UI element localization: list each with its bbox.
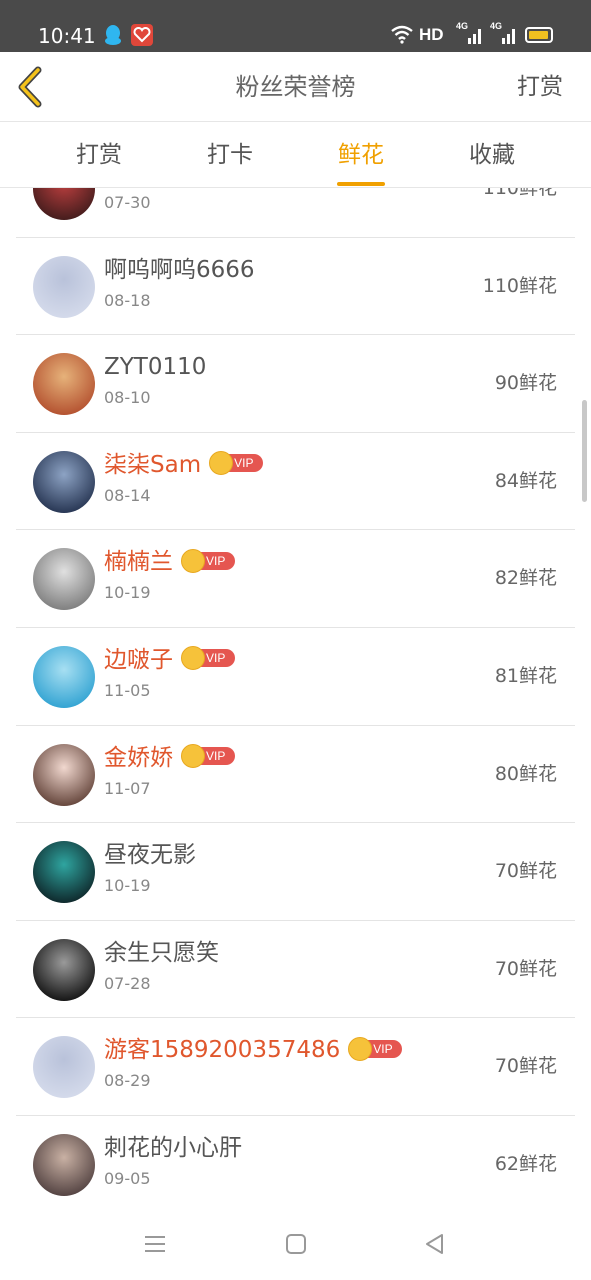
wifi-icon: [391, 25, 413, 44]
fan-date: 08-29: [104, 1071, 151, 1091]
list-item[interactable]: 边啵子 VIP 11-05 81鲜花: [0, 628, 591, 726]
flower-count: 110鲜花: [482, 274, 557, 297]
flower-count: 82鲜花: [494, 567, 557, 590]
flower-count: 70鲜花: [494, 1055, 557, 1078]
list-item[interactable]: 啊呜啊呜6666 08-18 110鲜花: [0, 238, 591, 336]
fan-date: 08-14: [104, 485, 151, 505]
status-time: 10:41: [38, 24, 96, 48]
list-item[interactable]: 柒柒Sam VIP 08-14 84鲜花: [0, 433, 591, 531]
vip-badge: VIP: [181, 548, 237, 573]
flower-count: 62鲜花: [494, 1152, 557, 1175]
fan-list[interactable]: 小月伢儿VIP07-30110鲜花啊呜啊呜666608-18110鲜花ZYT01…: [0, 188, 591, 1208]
qq-icon: [105, 25, 121, 45]
tab-active-indicator: [337, 182, 385, 186]
flower-count: 70鲜花: [494, 957, 557, 980]
avatar[interactable]: [33, 1036, 95, 1099]
fan-date: 08-18: [104, 290, 151, 310]
fan-name-text: 刺花的小心肝: [104, 1134, 242, 1161]
list-item[interactable]: 昼夜无影 10-19 70鲜花: [0, 823, 591, 921]
flower-count: 110鲜花: [482, 188, 557, 199]
list-item[interactable]: 楠楠兰 VIP 10-19 82鲜花: [0, 530, 591, 628]
fan-name-text: 柒柒Sam: [104, 451, 202, 478]
home-icon[interactable]: [283, 1232, 309, 1256]
avatar[interactable]: [33, 645, 95, 708]
reward-button[interactable]: 打赏: [517, 52, 563, 122]
fan-name: ZYT0110: [104, 352, 206, 382]
flower-count: 70鲜花: [494, 860, 557, 883]
back-icon[interactable]: [422, 1232, 448, 1256]
fan-name-text: ZYT0110: [104, 354, 207, 381]
tab-reward[interactable]: 打赏: [39, 122, 159, 188]
avatar[interactable]: [33, 1133, 95, 1196]
list-item[interactable]: 刺花的小心肝 09-05 62鲜花: [0, 1116, 591, 1208]
battery-icon: [525, 27, 553, 43]
flower-count: 80鲜花: [494, 762, 557, 785]
crown-icon: [181, 744, 205, 769]
fan-name: 柒柒Sam VIP: [104, 450, 265, 480]
fan-name-text: 昼夜无影: [104, 842, 196, 869]
vip-badge: VIP: [181, 744, 237, 769]
vip-badge: VIP: [209, 451, 265, 476]
fan-name: 楠楠兰 VIP: [104, 547, 237, 577]
crown-icon: [181, 548, 205, 573]
fan-name-text: 游客1589200357486: [104, 1037, 341, 1064]
page-title: 粉丝荣誉榜: [235, 73, 356, 101]
heart-app-icon: [131, 24, 153, 46]
list-item[interactable]: ZYT0110 08-10 90鲜花: [0, 335, 591, 433]
flower-count: 84鲜花: [494, 469, 557, 492]
tab-favorites[interactable]: 收藏: [432, 122, 552, 188]
avatar[interactable]: [33, 450, 95, 513]
status-bar: 10:41 HD 4G 4G: [0, 0, 591, 52]
avatar[interactable]: [33, 255, 95, 318]
avatar[interactable]: [33, 548, 95, 611]
vip-badge: VIP: [348, 1036, 404, 1061]
avatar[interactable]: [33, 841, 95, 904]
fan-date: 10-19: [104, 876, 151, 896]
fan-date: 08-10: [104, 388, 151, 408]
signal-icon: 4G: [490, 21, 518, 46]
fan-name-text: 金娇娇: [104, 744, 173, 771]
system-nav-bar: [0, 1208, 591, 1280]
fan-name-text: 边啵子: [104, 646, 173, 673]
fan-date: 11-07: [104, 778, 151, 798]
fan-name-text: 楠楠兰: [104, 549, 173, 576]
signal-icon: 4G: [456, 21, 484, 46]
fan-name-text: 啊呜啊呜6666: [104, 256, 255, 283]
fan-name: 啊呜啊呜6666: [104, 255, 255, 285]
avatar[interactable]: [33, 353, 95, 416]
fan-name: 昼夜无影: [104, 840, 196, 870]
flower-count: 90鲜花: [494, 372, 557, 395]
tab-flowers[interactable]: 鲜花: [301, 122, 421, 188]
list-item[interactable]: 余生只愿笑 07-28 70鲜花: [0, 921, 591, 1019]
fan-date: 07-28: [104, 973, 151, 993]
list-item[interactable]: 游客1589200357486 VIP 08-29 70鲜花: [0, 1018, 591, 1116]
fan-date: 10-19: [104, 583, 151, 603]
fan-name: 游客1589200357486 VIP: [104, 1035, 404, 1065]
fan-name: 边啵子 VIP: [104, 645, 237, 675]
fan-name-text: 余生只愿笑: [104, 939, 219, 966]
fan-name: 刺花的小心肝: [104, 1133, 242, 1163]
fan-date: 11-05: [104, 680, 151, 700]
scrollbar[interactable]: [582, 400, 587, 502]
tab-bar: 打赏 打卡 鲜花 收藏: [0, 122, 591, 188]
avatar[interactable]: [33, 188, 95, 220]
fan-date: 07-30: [104, 193, 151, 212]
menu-icon[interactable]: [142, 1232, 168, 1256]
avatar[interactable]: [33, 743, 95, 806]
avatar[interactable]: [33, 938, 95, 1001]
flower-count: 81鲜花: [494, 664, 557, 687]
vip-badge: VIP: [181, 646, 237, 671]
crown-icon: [348, 1036, 373, 1061]
list-item[interactable]: 金娇娇 VIP 11-07 80鲜花: [0, 726, 591, 824]
fan-name: 余生只愿笑: [104, 938, 219, 968]
list-item[interactable]: 小月伢儿VIP07-30110鲜花: [0, 188, 591, 238]
fan-date: 09-05: [104, 1168, 151, 1188]
hd-label: HD: [419, 25, 444, 44]
top-app-bar: 粉丝荣誉榜 打赏: [0, 52, 591, 122]
fan-name: 金娇娇 VIP: [104, 743, 237, 773]
tab-checkin[interactable]: 打卡: [170, 122, 290, 188]
